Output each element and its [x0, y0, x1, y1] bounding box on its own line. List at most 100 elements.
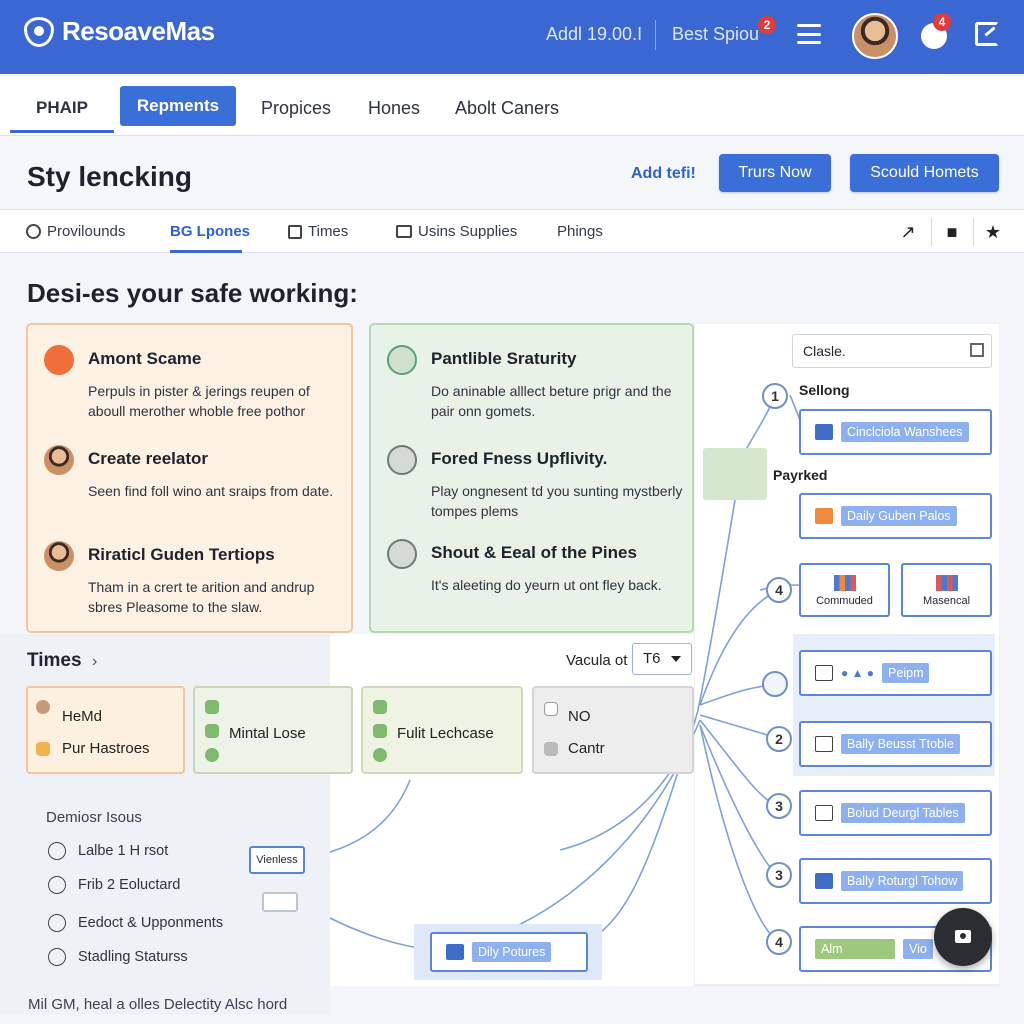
times-card[interactable]: HeMd Pur Hastroes [26, 686, 185, 774]
tab-provilounds[interactable]: Provilounds [26, 223, 125, 240]
node-label: Commuded [816, 595, 873, 607]
times-card-text: HeMd [62, 708, 103, 725]
nav-item-propices[interactable]: Propices [261, 98, 331, 119]
times-card-text: NO [568, 708, 591, 725]
step-number: 1 [762, 383, 788, 409]
user-avatar[interactable] [852, 13, 898, 59]
checkbox-icon[interactable] [544, 702, 558, 716]
pen-icon [387, 345, 417, 375]
expand-icon[interactable] [970, 343, 984, 357]
pin-icon[interactable]: ↗ [898, 222, 918, 242]
times-card-text: Mintal Lose [229, 725, 306, 742]
diagram-node[interactable]: Commuded [799, 563, 890, 617]
nav-item-phaip[interactable]: PHAIP [36, 98, 88, 118]
menu-icon[interactable] [797, 24, 821, 44]
diagram-node[interactable]: Daily Guben Palos [799, 493, 992, 539]
feature-desc: It's aleeting do yeurn ut ont fley back. [431, 577, 662, 593]
brand-name: ResoaveMas [62, 16, 215, 46]
globe-node-icon[interactable] [762, 671, 788, 697]
vacula-label: Vacula ot [566, 652, 628, 669]
times-card[interactable]: Fulit Lechcase [361, 686, 523, 774]
tab-active-indicator [170, 250, 242, 253]
demios-item-label: Frib 2 Eoluctard [78, 877, 181, 893]
add-link[interactable]: Add tefi! [631, 165, 696, 183]
list-icon [815, 736, 833, 752]
bar-chart-icon [833, 575, 856, 591]
diagram-node[interactable]: Cinclciola Wanshees [799, 409, 992, 455]
scould-homets-button[interactable]: Scould Homets [850, 154, 999, 192]
blocks-icon [815, 508, 833, 524]
diagram-node[interactable]: Dily Potures [430, 932, 588, 972]
node-label: Daily Guben Palos [841, 506, 957, 526]
node-label: Dily Potures [472, 942, 552, 962]
leaf-icon [205, 700, 219, 714]
feature-desc: Tham in a crert te arition and andrup sb… [88, 579, 315, 615]
payked-label: Payrked [773, 467, 828, 483]
dot-icon [205, 748, 219, 762]
vacula-select[interactable]: T6 [632, 643, 692, 675]
diagram-node[interactable]: Bally Roturgl Tohow [799, 858, 992, 904]
tab-label: Times [308, 223, 349, 240]
mixed-icons: ● ▲ ● [841, 666, 875, 680]
times-card[interactable]: NO Cantr [532, 686, 694, 774]
diagram-node[interactable]: Bally Beusst Ttoble [799, 721, 992, 767]
step-number: 2 [766, 726, 792, 752]
star-icon[interactable]: ★ [983, 222, 1003, 242]
brand[interactable]: ResoaveMas [24, 16, 215, 47]
settings-icon [48, 914, 66, 932]
group-icon [387, 539, 417, 569]
viewless-node[interactable]: Vienless [249, 846, 305, 874]
tab-times[interactable]: Times [288, 223, 348, 240]
people-group-icon[interactable] [703, 448, 767, 500]
bookmark-icon[interactable]: ■ [942, 222, 962, 242]
footer-text: Mil GM, heal a olles Delectity Alsc hord [28, 996, 288, 1013]
demios-item[interactable]: Lalbe 1 H rsot [48, 842, 168, 860]
tab-usins-supplies[interactable]: Usins Supplies [396, 223, 517, 240]
diagram-search-input[interactable]: Clasle. [792, 334, 992, 368]
leaf-icon [387, 445, 417, 475]
feature-title: Pantlible Sraturity [431, 349, 577, 368]
header-stat: Addl 19.00.I [546, 24, 643, 44]
feature-title: Riraticl Guden Tertiops [88, 545, 275, 564]
feature-card-green: Pantlible Sraturity Do aninable alllect … [369, 323, 694, 633]
logout-icon[interactable] [975, 22, 999, 46]
page-header: Sty lencking Add tefi! Trurs Now Scould … [0, 137, 1024, 209]
chevron-right-icon[interactable]: › [92, 653, 97, 671]
empty-node[interactable] [262, 892, 298, 912]
diagram-node[interactable]: Bolud Deurgl Tables [799, 790, 992, 836]
times-title[interactable]: Times [27, 650, 82, 672]
chat-icon [48, 948, 66, 966]
nav-item-hones[interactable]: Hones [368, 98, 420, 119]
top-bar: ResoaveMas Addl 19.00.I Best Spiou 2 4 [0, 0, 1024, 74]
demios-item[interactable]: Frib 2 Eoluctard [48, 876, 180, 894]
camera-fab-button[interactable] [934, 908, 992, 966]
tab-bg-lpones[interactable]: BG Lpones [170, 223, 250, 240]
step-number: 3 [766, 793, 792, 819]
diagram-node[interactable]: ● ▲ ● Peipm [799, 650, 992, 696]
times-card-text: Fulit Lechcase [397, 725, 494, 742]
trurs-now-button[interactable]: Trurs Now [719, 154, 831, 192]
primary-nav: PHAIP Repments Propices Hones Abolt Cane… [0, 74, 1024, 136]
nav-item-abolt-caners[interactable]: Abolt Caners [455, 98, 559, 119]
toolbar-divider [973, 218, 974, 246]
nav-item-repments[interactable]: Repments [120, 86, 236, 126]
shield-logo-icon [24, 16, 54, 47]
table-icon [396, 225, 412, 238]
refresh-icon [26, 224, 41, 239]
demios-item[interactable]: Eedoct & Upponments [48, 914, 223, 932]
best-spiou-link[interactable]: Best Spiou [672, 24, 759, 45]
tab-phings[interactable]: Phings [557, 223, 603, 240]
node-label: Bally Roturgl Tohow [841, 871, 964, 891]
checkbox-icon[interactable] [544, 742, 558, 756]
toolbar-divider [931, 218, 932, 246]
feature-title: Shout & Eeal of the Pines [431, 543, 637, 562]
feature-title: Amont Scame [88, 349, 202, 368]
times-card[interactable]: Mintal Lose [193, 686, 353, 774]
demios-item-label: Lalbe 1 H rsot [78, 843, 169, 859]
person-avatar-icon [44, 541, 74, 571]
times-card-text: Cantr [568, 740, 605, 757]
demios-item[interactable]: Stadling Staturss [48, 948, 188, 966]
feature-title: Fored Fness Upflivity. [431, 449, 608, 468]
diagram-node[interactable]: Masencal [901, 563, 992, 617]
tab-label: Phings [557, 223, 603, 240]
